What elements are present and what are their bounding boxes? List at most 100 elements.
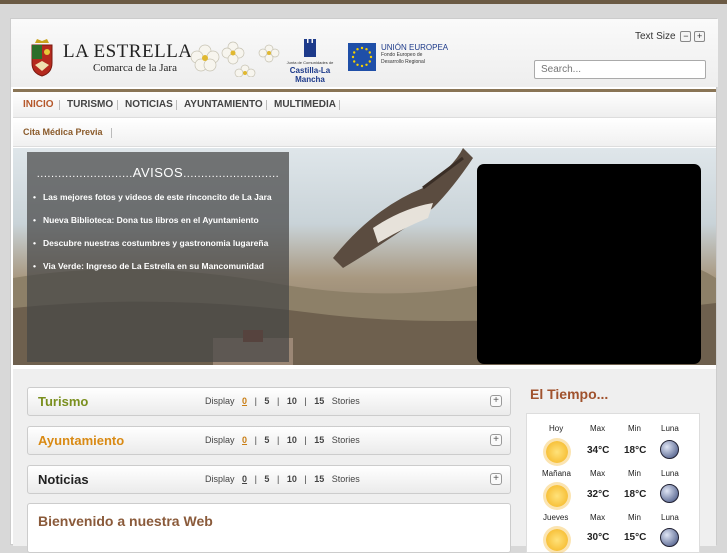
weather-max: 30°C (587, 532, 610, 543)
display-count-selector: Display 0 | 5 | 10 | 15 Stories (200, 435, 360, 445)
display-separator: | (254, 435, 257, 445)
content-area: Turismo Display 0 | 5 | 10 | 15 Stories … (13, 369, 716, 553)
nav-multimedia[interactable]: MULTIMEDIA (274, 99, 336, 110)
castilla-la-mancha-logo: Junta de Comunidades de Castilla-La Manc… (274, 37, 346, 84)
module-title[interactable]: Ayuntamiento (38, 433, 124, 448)
video-player[interactable] (477, 164, 701, 364)
aviso-item[interactable]: Las mejores fotos y videos de este rinco… (33, 192, 289, 202)
site-title[interactable]: LA ESTRELLA (63, 41, 193, 63)
coat-of-arms-icon (31, 39, 53, 77)
display-separator: | (254, 474, 257, 484)
welcome-box: Bienvenido a nuestra Web (27, 503, 511, 553)
weather-min: 15°C (624, 532, 647, 543)
moon-icon (660, 484, 679, 503)
moon-icon (660, 528, 679, 547)
display-suffix: Stories (331, 435, 360, 445)
display-separator: | (304, 396, 307, 406)
weather-title: El Tiempo... (530, 386, 609, 402)
display-option-0[interactable]: 0 (242, 474, 247, 484)
weather-widget: Hoy Max Min Luna 34°C 18°C Mañana Max Mi… (526, 413, 700, 553)
clm-small-text: Junta de Comunidades de (286, 60, 334, 65)
weather-min: 18°C (624, 445, 647, 456)
weather-day: Jueves (543, 513, 569, 522)
welcome-title: Bienvenido a nuestra Web (38, 513, 213, 529)
display-separator: | (304, 435, 307, 445)
expand-icon[interactable]: + (490, 395, 502, 407)
display-label: Display (205, 474, 235, 484)
eu-text: UNIÓN EUROPEA Fondo Europeo de Desarroll… (381, 43, 461, 66)
nav-ayuntamiento[interactable]: AYUNTAMIENTO (184, 99, 263, 110)
header: LA ESTRELLA Comarca de la Jara Junta de … (11, 19, 718, 87)
module-ayuntamiento: Ayuntamiento Display 0 | 5 | 10 | 15 Sto… (27, 426, 511, 455)
display-suffix: Stories (331, 474, 360, 484)
display-separator: | (304, 474, 307, 484)
subnav-cita-medica[interactable]: Cita Médica Previa (23, 127, 103, 137)
avisos-panel: AVISOS Las mejores fotos y videos de est… (27, 152, 289, 362)
site-subtitle: Comarca de la Jara (93, 62, 177, 74)
nav-turismo[interactable]: TURISMO (67, 99, 113, 110)
display-count-selector: Display 0 | 5 | 10 | 15 Stories (200, 396, 360, 406)
display-suffix: Stories (331, 396, 360, 406)
nav-separator (117, 100, 118, 110)
display-option-5[interactable]: 5 (264, 474, 269, 484)
weather-col-max: Max (590, 513, 606, 522)
search-input[interactable] (534, 60, 706, 79)
moon-icon (660, 440, 679, 459)
aviso-item[interactable]: Descubre nuestras costumbres y gastronom… (33, 238, 289, 248)
display-option-15[interactable]: 15 (314, 396, 324, 406)
display-separator: | (254, 396, 257, 406)
display-count-selector: Display 0 | 5 | 10 | 15 Stories (200, 474, 360, 484)
display-option-5[interactable]: 5 (264, 435, 269, 445)
flowers-logo-icon (190, 41, 280, 77)
display-label: Display (205, 396, 235, 406)
text-size-increase-button[interactable]: + (694, 31, 706, 42)
weather-max: 34°C (587, 445, 610, 456)
weather-day: Hoy (549, 424, 564, 433)
sun-icon (546, 441, 568, 463)
top-bar (0, 0, 727, 4)
weather-col-min: Min (628, 513, 641, 522)
weather-col-moon: Luna (661, 513, 679, 522)
module-title[interactable]: Noticias (38, 472, 89, 487)
display-separator: | (276, 435, 280, 445)
nav-separator (59, 100, 60, 110)
display-label: Display (205, 435, 235, 445)
module-noticias: Noticias Display 0 | 5 | 10 | 15 Stories… (27, 465, 511, 494)
display-option-0[interactable]: 0 (242, 435, 247, 445)
text-size-control: Text Size − + (635, 31, 706, 42)
nav-separator (339, 100, 340, 110)
weather-col-min: Min (628, 424, 641, 433)
aviso-item[interactable]: Via Verde: Ingreso de La Estrella en su … (33, 261, 289, 271)
page-container: LA ESTRELLA Comarca de la Jara Junta de … (10, 18, 718, 553)
weather-day: Mañana (542, 469, 571, 478)
expand-icon[interactable]: + (490, 434, 502, 446)
weather-col-moon: Luna (661, 469, 679, 478)
eu-flag-icon (348, 43, 376, 71)
module-turismo: Turismo Display 0 | 5 | 10 | 15 Stories … (27, 387, 511, 416)
display-option-10[interactable]: 10 (287, 435, 297, 445)
castle-icon (304, 39, 316, 57)
display-option-15[interactable]: 15 (314, 474, 324, 484)
main-nav: INICIO TURISMO NOTICIAS AYUNTAMIENTO MUL… (13, 89, 716, 118)
display-option-10[interactable]: 10 (287, 474, 297, 484)
text-size-decrease-button[interactable]: − (680, 31, 692, 42)
module-title[interactable]: Turismo (38, 394, 88, 409)
display-separator: | (276, 396, 280, 406)
aviso-item[interactable]: Nueva Biblioteca: Dona tus libros en el … (33, 215, 289, 225)
eu-title: UNIÓN EUROPEA (381, 43, 449, 52)
hero-banner: AVISOS Las mejores fotos y videos de est… (13, 148, 716, 365)
display-separator: | (276, 474, 280, 484)
eu-sub1: Fondo Europeo de (381, 52, 423, 58)
nav-inicio[interactable]: INICIO (23, 99, 54, 110)
weather-col-min: Min (628, 469, 641, 478)
weather-col-max: Max (590, 469, 606, 478)
nav-noticias[interactable]: NOTICIAS (125, 99, 173, 110)
display-option-10[interactable]: 10 (287, 396, 297, 406)
clm-name: Castilla-La Mancha (289, 66, 331, 84)
display-option-0[interactable]: 0 (242, 396, 247, 406)
display-option-15[interactable]: 15 (314, 435, 324, 445)
display-option-5[interactable]: 5 (264, 396, 269, 406)
sub-nav: Cita Médica Previa (13, 119, 716, 147)
weather-min: 18°C (624, 489, 647, 500)
expand-icon[interactable]: + (490, 473, 502, 485)
